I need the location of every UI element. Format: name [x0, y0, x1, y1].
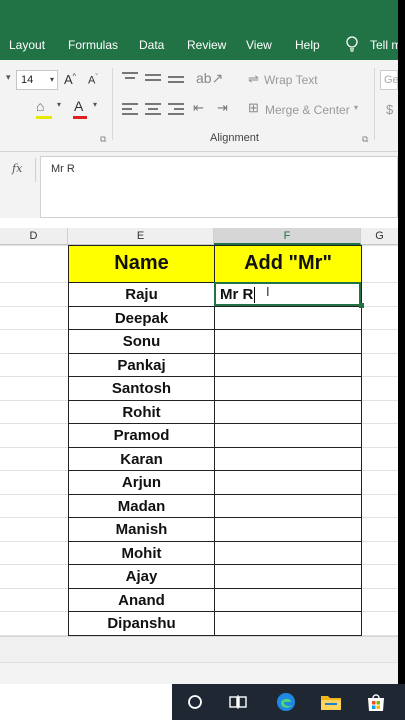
orientation-icon[interactable]: ab↗ — [196, 70, 223, 87]
alignment-dialog-launcher-icon[interactable]: ⧉ — [362, 134, 368, 145]
font-dialog-launcher-icon[interactable]: ⧉ — [100, 134, 106, 145]
column-header-g[interactable]: G — [361, 228, 398, 245]
align-right-icon[interactable] — [168, 103, 184, 118]
file-explorer-icon[interactable] — [320, 692, 342, 712]
font-name-dropdown-icon[interactable]: ▾ — [6, 72, 11, 83]
increase-font-icon[interactable]: A^ — [64, 72, 76, 87]
name-cell[interactable]: Mohit — [68, 541, 215, 565]
edge-browser-icon[interactable] — [275, 692, 297, 712]
add-mr-cell[interactable] — [214, 423, 362, 448]
increase-indent-icon[interactable]: ⇥ — [217, 100, 228, 116]
top-align-icon[interactable] — [122, 72, 138, 82]
active-cell-editor[interactable]: Mr R — [214, 282, 361, 306]
tab-layout[interactable]: Layout — [9, 38, 45, 52]
tab-help[interactable]: Help — [295, 38, 320, 52]
add-mr-cell[interactable] — [214, 564, 362, 589]
name-cell[interactable]: Arjun — [68, 470, 215, 495]
align-center-icon[interactable] — [145, 103, 161, 118]
search-circle-icon[interactable] — [184, 692, 206, 712]
name-cell[interactable]: Raju — [68, 282, 215, 307]
name-cell[interactable]: Madan — [68, 494, 215, 518]
name-cell[interactable]: Dipanshu — [68, 611, 215, 636]
insert-function-icon[interactable]: fx — [0, 158, 36, 182]
ribbon-separator — [374, 68, 375, 140]
font-color-dropdown-icon[interactable]: ▾ — [93, 100, 97, 109]
tab-data[interactable]: Data — [139, 38, 164, 52]
middle-align-icon[interactable] — [145, 74, 161, 84]
add-mr-cell[interactable] — [214, 588, 362, 612]
chevron-down-icon: ▾ — [49, 75, 54, 84]
add-mr-cell[interactable] — [214, 470, 362, 495]
name-cell[interactable]: Anand — [68, 588, 215, 612]
add-mr-cell[interactable] — [214, 541, 362, 565]
ribbon-panel: ▾ 14 ▾ A^ Aˇ ⌂ ▾ A ▾ ⧉ ab↗ ⇌ Wrap Text ⇤… — [0, 60, 398, 152]
merge-center-icon[interactable]: ⊞ — [248, 100, 259, 116]
fill-color-dropdown-icon[interactable]: ▾ — [57, 100, 61, 109]
font-color-swatch — [73, 116, 87, 119]
add-mr-cell[interactable] — [214, 494, 362, 518]
wrap-text-label[interactable]: Wrap Text — [264, 73, 318, 87]
tab-review[interactable]: Review — [187, 38, 226, 52]
font-color-icon[interactable]: A — [74, 98, 83, 114]
add-mr-cell[interactable] — [214, 376, 362, 401]
merge-dropdown-icon[interactable]: ▾ — [354, 103, 358, 112]
sheet-tab-bar — [0, 636, 398, 662]
screen-edge — [398, 0, 405, 720]
header-cell-add-mr[interactable]: Add "Mr" — [214, 245, 362, 283]
add-mr-cell[interactable] — [214, 400, 362, 424]
add-mr-cell[interactable] — [214, 353, 362, 377]
currency-format-icon[interactable]: $ — [386, 102, 393, 117]
name-cell[interactable]: Karan — [68, 447, 215, 471]
tab-view[interactable]: View — [246, 38, 272, 52]
name-cell[interactable]: Ajay — [68, 564, 215, 589]
active-cell-text: Mr R — [220, 286, 254, 303]
name-cell[interactable]: Pramod — [68, 423, 215, 448]
alignment-group-label: Alignment — [210, 132, 259, 144]
tab-formulas[interactable]: Formulas — [68, 38, 118, 52]
decrease-font-icon[interactable]: Aˇ — [88, 74, 98, 87]
status-bar — [0, 662, 398, 684]
bottom-align-icon[interactable] — [168, 76, 184, 86]
column-header-d[interactable]: D — [0, 228, 68, 245]
task-view-icon[interactable] — [227, 692, 249, 712]
windows-taskbar — [172, 684, 405, 720]
number-format-box[interactable]: Ge — [380, 70, 398, 90]
ribbon-separator — [112, 68, 113, 140]
name-cell[interactable]: Manish — [68, 517, 215, 542]
text-cursor — [254, 287, 256, 304]
add-mr-cell[interactable] — [214, 611, 362, 636]
fill-color-swatch — [36, 116, 52, 119]
add-mr-cell[interactable] — [214, 329, 362, 354]
store-icon[interactable] — [365, 692, 387, 712]
name-cell[interactable]: Pankaj — [68, 353, 215, 377]
merge-center-label[interactable]: Merge & Center — [265, 103, 350, 117]
column-header-e[interactable]: E — [68, 228, 214, 245]
add-mr-cell[interactable] — [214, 306, 362, 330]
header-cell-name[interactable]: Name — [68, 245, 215, 283]
name-cell[interactable]: Deepak — [68, 306, 215, 330]
add-mr-cell[interactable] — [214, 447, 362, 471]
number-format-hint: Ge — [384, 74, 398, 86]
formula-input[interactable]: Mr R — [40, 156, 398, 218]
ribbon-tab-bar: Layout Formulas Data Review View Help Te… — [0, 0, 398, 60]
add-mr-cell[interactable] — [214, 517, 362, 542]
fill-color-icon[interactable]: ⌂ — [36, 98, 44, 114]
font-size-value: 14 — [21, 74, 34, 86]
lightbulb-icon — [346, 36, 358, 52]
tell-me-search[interactable]: Tell m — [370, 38, 398, 52]
align-left-icon[interactable] — [122, 103, 138, 118]
column-header-f[interactable]: F — [214, 228, 361, 245]
name-cell[interactable]: Rohit — [68, 400, 215, 424]
fill-handle[interactable] — [359, 303, 364, 308]
wrap-text-icon[interactable]: ⇌ — [248, 71, 259, 87]
ibeam-cursor-icon: I — [266, 284, 270, 299]
name-cell[interactable]: Santosh — [68, 376, 215, 401]
name-cell[interactable]: Sonu — [68, 329, 215, 354]
font-size-box[interactable]: 14 ▾ — [16, 70, 58, 90]
decrease-indent-icon[interactable]: ⇤ — [193, 100, 204, 116]
excel-window: Layout Formulas Data Review View Help Te… — [0, 0, 398, 720]
